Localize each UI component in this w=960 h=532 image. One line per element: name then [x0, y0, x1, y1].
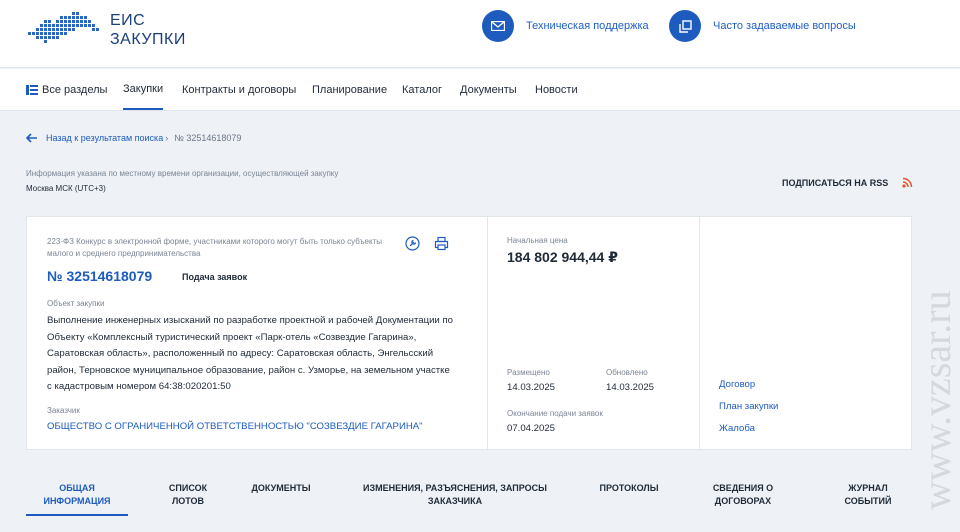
tab-label: ЗАКАЗЧИКА — [427, 496, 483, 506]
site-header: ЕИС ЗАКУПКИ Техническая поддержка Часто … — [0, 0, 960, 68]
placed-date: 14.03.2025 — [507, 382, 556, 393]
rss-label: ПОДПИСАТЬСЯ НА RSS — [782, 177, 889, 188]
active-tab-indicator — [26, 514, 128, 516]
watermark: www.vzsar.ru — [914, 290, 959, 510]
object-label: Объект закупки — [47, 299, 105, 308]
tab-changes[interactable]: ИЗМЕНЕНИЯ, РАЗЪЯСНЕНИЯ, ЗАПРОСЫ ЗАКАЗЧИК… — [350, 482, 560, 508]
tab-label: ИЗМЕНЕНИЯ, РАЗЪЯСНЕНИЯ, ЗАПРОСЫ — [363, 483, 547, 493]
purchase-plan-link[interactable]: План закупки — [719, 401, 778, 412]
nav-news[interactable]: Новости — [535, 69, 578, 110]
deadline-label: Окончание подачи заявок — [507, 409, 603, 418]
mail-icon — [482, 10, 514, 42]
nav-contracts[interactable]: Контракты и договоры — [182, 69, 296, 110]
faq-link[interactable]: Часто задаваемые вопросы — [669, 10, 856, 42]
timezone-note: Информация указана по местному времени о… — [26, 169, 339, 178]
support-label: Техническая поддержка — [526, 20, 649, 32]
tab-protocols[interactable]: ПРОТОКОЛЫ — [588, 482, 670, 495]
nav-documents[interactable]: Документы — [460, 69, 517, 110]
complaint-link[interactable]: Жалоба — [719, 423, 755, 434]
initial-price: 184 802 944,44 ₽ — [507, 249, 618, 265]
tab-label: ИНФОРМАЦИЯ — [43, 496, 111, 506]
tab-label: ДОКУМЕНТЫ — [251, 483, 311, 493]
logo-line1: ЕИС — [110, 12, 146, 29]
procurement-type: 223-ФЗ Конкурс в электронной форме, учас… — [47, 237, 382, 258]
column-divider — [487, 217, 488, 449]
logo-text: ЕИС ЗАКУПКИ — [110, 11, 186, 49]
card-actions — [405, 236, 449, 251]
customer-link[interactable]: ОБЩЕСТВО С ОГРАНИЧЕННОЙ ОТВЕТСТВЕННОСТЬЮ… — [47, 421, 423, 432]
updated-date: 14.03.2025 — [606, 382, 655, 393]
updated-label: Обновлено — [606, 368, 648, 377]
breadcrumb: Назад к результатам поиска › № 325146180… — [26, 133, 241, 143]
contract-link[interactable]: Договор — [719, 379, 755, 390]
breadcrumb-current: № 32514618079 — [174, 133, 242, 143]
object-description: Выполнение инженерных изысканий по разра… — [47, 315, 453, 392]
watermark-text: www.vzsar.ru — [914, 290, 959, 510]
faq-label: Часто задаваемые вопросы — [713, 20, 856, 32]
placed-label: Размещено — [507, 368, 550, 377]
logo-line2: ЗАКУПКИ — [110, 31, 186, 48]
tab-lots[interactable]: СПИСОК ЛОТОВ — [148, 482, 228, 508]
column-divider — [699, 217, 700, 449]
tab-label: ДОГОВОРАХ — [714, 496, 772, 506]
wrench-icon[interactable] — [405, 236, 420, 251]
nav-all-sections[interactable]: Все разделы — [26, 69, 107, 110]
tab-event-log[interactable]: ЖУРНАЛ СОБЫТИЙ — [830, 482, 906, 508]
tab-general-info[interactable]: ОБЩАЯ ИНФОРМАЦИЯ — [26, 482, 128, 508]
tab-documents[interactable]: ДОКУМЕНТЫ — [236, 482, 326, 495]
tab-label: СВЕДЕНИЯ О — [712, 483, 774, 493]
tab-contracts-info[interactable]: СВЕДЕНИЯ О ДОГОВОРАХ — [698, 482, 788, 508]
eis-logo[interactable]: ЕИС ЗАКУПКИ — [26, 10, 186, 50]
deadline-date: 07.04.2025 — [507, 423, 556, 434]
customer-label: Заказчик — [47, 406, 80, 415]
sections-icon — [26, 84, 38, 95]
breadcrumb-separator: › — [165, 133, 169, 143]
rss-subscribe-link[interactable]: ПОДПИСАТЬСЯ НА RSS — [782, 177, 913, 188]
purchase-card: 223-ФЗ Конкурс в электронной форме, учас… — [26, 216, 912, 450]
tab-label: СПИСОК — [168, 483, 208, 493]
detail-tabs: ОБЩАЯ ИНФОРМАЦИЯ СПИСОК ЛОТОВ ДОКУМЕНТЫ … — [0, 470, 960, 520]
tab-label: ОБЩАЯ — [59, 483, 95, 493]
tab-label: ПРОТОКОЛЫ — [599, 483, 659, 493]
price-label: Начальная цена — [507, 236, 568, 245]
arrow-left-icon[interactable] — [26, 133, 38, 143]
main-nav: Все разделы Закупки Контракты и договоры… — [0, 69, 960, 111]
nav-purchases[interactable]: Закупки — [123, 69, 164, 110]
print-icon[interactable] — [434, 236, 449, 251]
back-to-results-link[interactable]: Назад к результатам поиска — [46, 133, 163, 143]
timezone-value: Москва МСК (UTC+3) — [26, 184, 106, 193]
support-link[interactable]: Техническая поддержка — [482, 10, 649, 42]
russia-map-icon — [28, 12, 99, 43]
tab-label: СОБЫТИЙ — [844, 496, 892, 506]
nav-catalog[interactable]: Каталог — [402, 69, 442, 110]
copy-icon — [669, 10, 701, 42]
tab-label: ЖУРНАЛ — [848, 483, 888, 493]
nav-all-sections-label: Все разделы — [42, 83, 108, 96]
tab-label: ЛОТОВ — [171, 496, 205, 506]
registry-number[interactable]: № 32514618079 — [47, 268, 152, 284]
status-badge: Подача заявок — [182, 272, 248, 282]
nav-planning[interactable]: Планирование — [312, 69, 387, 110]
